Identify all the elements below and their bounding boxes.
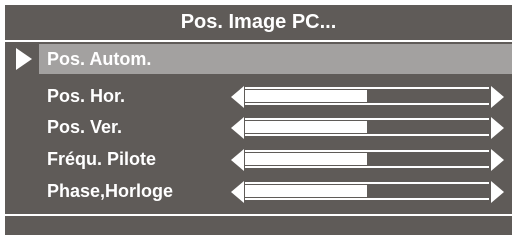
menu-item-frequ-pilote[interactable]: Fréqu. Pilote (5, 144, 512, 175)
decrease-arrow-icon[interactable] (231, 149, 244, 171)
osd-menu: Pos. Image PC... Pos. Autom. Pos. Hor. P… (5, 5, 512, 235)
menu-item-pos-hor[interactable]: Pos. Hor. (5, 81, 512, 112)
decrease-arrow-icon[interactable] (231, 181, 244, 203)
menu-item-pos-autom[interactable]: Pos. Autom. (5, 44, 512, 75)
slider-fill (245, 153, 367, 165)
slider-fill (245, 90, 367, 102)
menu-title: Pos. Image PC... (180, 11, 337, 33)
menu-item-label: Fréqu. Pilote (47, 149, 157, 169)
selection-arrow-icon (16, 48, 32, 70)
increase-arrow-icon[interactable] (491, 181, 504, 203)
pos-ver-slider[interactable] (245, 118, 489, 136)
title-divider (5, 40, 512, 42)
menu-item-label: Pos. Ver. (47, 117, 123, 137)
increase-arrow-icon[interactable] (491, 117, 504, 139)
menu-footer (5, 216, 512, 235)
slider-fill (245, 185, 367, 197)
frequ-pilote-slider[interactable] (245, 150, 489, 168)
slider-fill (245, 121, 367, 133)
increase-arrow-icon[interactable] (491, 149, 504, 171)
menu-item-pos-ver[interactable]: Pos. Ver. (5, 112, 512, 143)
menu-item-label: Pos. Hor. (47, 86, 126, 106)
menu-item-label: Phase,Horloge (47, 181, 174, 201)
pos-hor-slider[interactable] (245, 87, 489, 105)
menu-item-label: Pos. Autom. (47, 49, 152, 69)
menu-item-phase-horloge[interactable]: Phase,Horloge (5, 176, 512, 207)
decrease-arrow-icon[interactable] (231, 86, 244, 108)
decrease-arrow-icon[interactable] (231, 117, 244, 139)
increase-arrow-icon[interactable] (491, 86, 504, 108)
phase-horloge-slider[interactable] (245, 182, 489, 200)
